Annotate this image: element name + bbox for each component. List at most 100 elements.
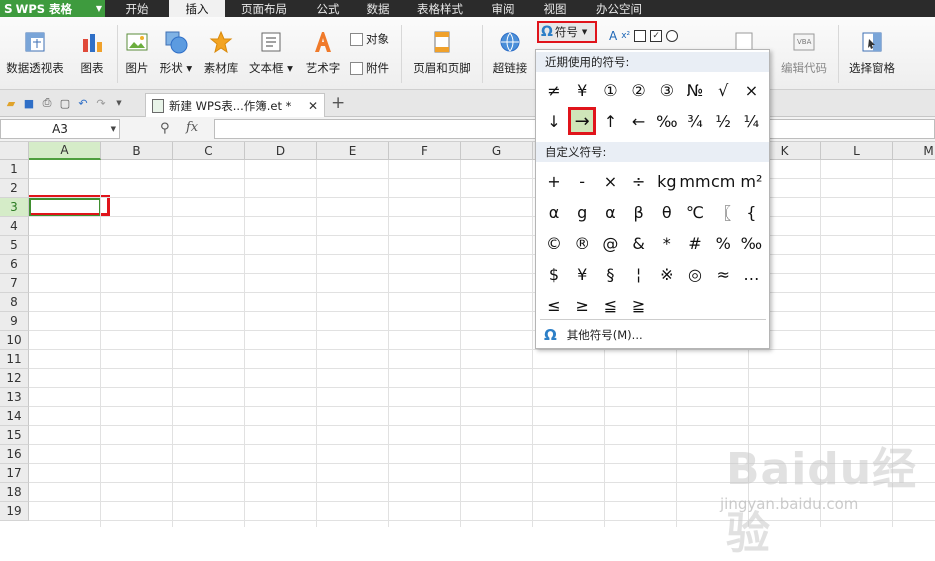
custom-symbol[interactable]: α [596, 198, 624, 226]
dropdown-icon[interactable]: ▼ [112, 96, 126, 110]
rectangle-icon[interactable] [634, 30, 647, 42]
symbol-button[interactable]: Ω 符号 ▼ [537, 21, 597, 43]
row-header-19[interactable]: 19 [0, 502, 29, 521]
art-text-button[interactable]: 艺术字 [303, 17, 343, 76]
custom-symbol[interactable]: ≥ [568, 291, 596, 319]
menu-tab-4[interactable]: 数据 [353, 0, 403, 17]
column-header-E[interactable]: E [317, 142, 389, 160]
custom-symbol[interactable]: ≈ [709, 260, 737, 288]
custom-symbol[interactable]: - [568, 167, 596, 195]
undo-icon[interactable]: ↶ [76, 96, 90, 110]
custom-symbol[interactable]: { [737, 198, 765, 226]
recent-symbol[interactable]: → [568, 107, 597, 135]
recent-symbol[interactable]: ↓ [540, 107, 568, 135]
redo-icon[interactable]: ↷ [94, 96, 108, 110]
row-header-12[interactable]: 12 [0, 369, 29, 388]
document-tab[interactable]: 新建 WPS表...作簿.et * ✕ [145, 93, 325, 117]
recent-symbol[interactable]: × [737, 76, 765, 104]
menu-tab-1[interactable]: 插入 [169, 0, 225, 17]
edit-code-button[interactable]: VBA 编辑代码 [778, 17, 830, 76]
custom-symbol[interactable]: β [625, 198, 653, 226]
material-library-button[interactable]: 素材库 [202, 17, 240, 76]
hyperlink-button[interactable]: 超链接 [490, 17, 530, 76]
row-header-4[interactable]: 4 [0, 217, 29, 236]
custom-symbol[interactable]: @ [596, 229, 624, 257]
pivot-table-button[interactable]: 数据透视表 [3, 17, 67, 76]
recent-symbol[interactable]: ≠ [540, 76, 568, 104]
select-all-corner[interactable] [0, 142, 29, 160]
row-header-13[interactable]: 13 [0, 388, 29, 407]
zoom-search-icon[interactable]: ⚲ [160, 121, 170, 136]
object-button[interactable]: 对象 [350, 31, 389, 47]
print-icon[interactable]: ⎙ [40, 96, 54, 110]
custom-symbol[interactable]: + [540, 167, 568, 195]
column-header-L[interactable]: L [821, 142, 893, 160]
custom-symbol[interactable]: ≦ [596, 291, 624, 319]
recent-symbol[interactable]: √ [709, 76, 737, 104]
custom-symbol[interactable]: § [596, 260, 624, 288]
row-header-1[interactable]: 1 [0, 160, 29, 179]
column-header-C[interactable]: C [173, 142, 245, 160]
custom-symbol[interactable]: cm [709, 167, 737, 195]
chart-button[interactable]: 图表 [78, 17, 106, 76]
recent-symbol[interactable]: ¼ [737, 107, 765, 135]
row-header-8[interactable]: 8 [0, 293, 29, 312]
row-header-17[interactable]: 17 [0, 464, 29, 483]
row-header-10[interactable]: 10 [0, 331, 29, 350]
print-preview-icon[interactable]: ▢ [58, 96, 72, 110]
recent-symbol[interactable]: ‰ [653, 107, 681, 135]
custom-symbol[interactable]: ÷ [625, 167, 653, 195]
equation-icon[interactable]: x² [621, 31, 630, 41]
checkbox-icon[interactable]: ✓ [650, 30, 663, 42]
custom-symbol[interactable]: % [709, 229, 737, 257]
custom-symbol[interactable]: ® [568, 229, 596, 257]
menu-tab-2[interactable]: 页面布局 [225, 0, 303, 17]
custom-symbol[interactable]: ※ [653, 260, 681, 288]
shape-button[interactable]: 形状 ▾ [158, 17, 194, 76]
column-header-G[interactable]: G [461, 142, 533, 160]
column-header-B[interactable]: B [101, 142, 173, 160]
function-icon[interactable]: fx [186, 120, 198, 135]
custom-symbol[interactable]: & [625, 229, 653, 257]
custom-symbol[interactable]: 〖 [709, 198, 737, 226]
column-header-M[interactable]: M [893, 142, 935, 160]
open-folder-icon[interactable]: ▰ [4, 96, 18, 110]
recent-symbol[interactable]: № [681, 76, 709, 104]
row-header-18[interactable]: 18 [0, 483, 29, 502]
custom-symbol[interactable]: mm [679, 167, 710, 195]
recent-symbol[interactable]: ¾ [681, 107, 709, 135]
custom-symbol[interactable]: ℃ [681, 198, 709, 226]
custom-symbol[interactable]: # [681, 229, 709, 257]
app-menu-button[interactable]: S WPS 表格 ▼ [0, 0, 105, 17]
row-header-9[interactable]: 9 [0, 312, 29, 331]
custom-symbol[interactable]: © [540, 229, 568, 257]
custom-symbol[interactable]: * [653, 229, 681, 257]
menu-tab-3[interactable]: 公式 [303, 0, 353, 17]
column-header-D[interactable]: D [245, 142, 317, 160]
active-cell-a3[interactable] [29, 198, 101, 217]
radio-icon[interactable] [666, 30, 679, 42]
menu-tab-0[interactable]: 开始 [105, 0, 169, 17]
custom-symbol[interactable]: ‰ [737, 229, 765, 257]
attachment-button[interactable]: 附件 [350, 60, 389, 76]
menu-tab-8[interactable]: 办公空间 [581, 0, 657, 17]
custom-symbol[interactable]: … [737, 260, 765, 288]
recent-symbol[interactable]: ① [596, 76, 624, 104]
selection-pane-button[interactable]: 选择窗格 [846, 17, 898, 76]
custom-symbol[interactable]: θ [653, 198, 681, 226]
close-icon[interactable]: ✕ [308, 99, 318, 113]
recent-symbol[interactable]: ← [625, 107, 653, 135]
row-header-7[interactable]: 7 [0, 274, 29, 293]
menu-tab-6[interactable]: 审阅 [477, 0, 529, 17]
save-icon[interactable]: ■ [22, 96, 36, 110]
row-header-16[interactable]: 16 [0, 445, 29, 464]
row-header-3[interactable]: 3 [0, 198, 29, 217]
column-header-F[interactable]: F [389, 142, 461, 160]
name-box[interactable]: A3 ▼ [0, 119, 120, 139]
row-header-11[interactable]: 11 [0, 350, 29, 369]
custom-symbol[interactable]: ◎ [681, 260, 709, 288]
custom-symbol[interactable]: ≧ [625, 291, 653, 319]
custom-symbol[interactable]: ¥ [568, 260, 596, 288]
row-header-2[interactable]: 2 [0, 179, 29, 198]
custom-symbol[interactable]: kg [653, 167, 681, 195]
